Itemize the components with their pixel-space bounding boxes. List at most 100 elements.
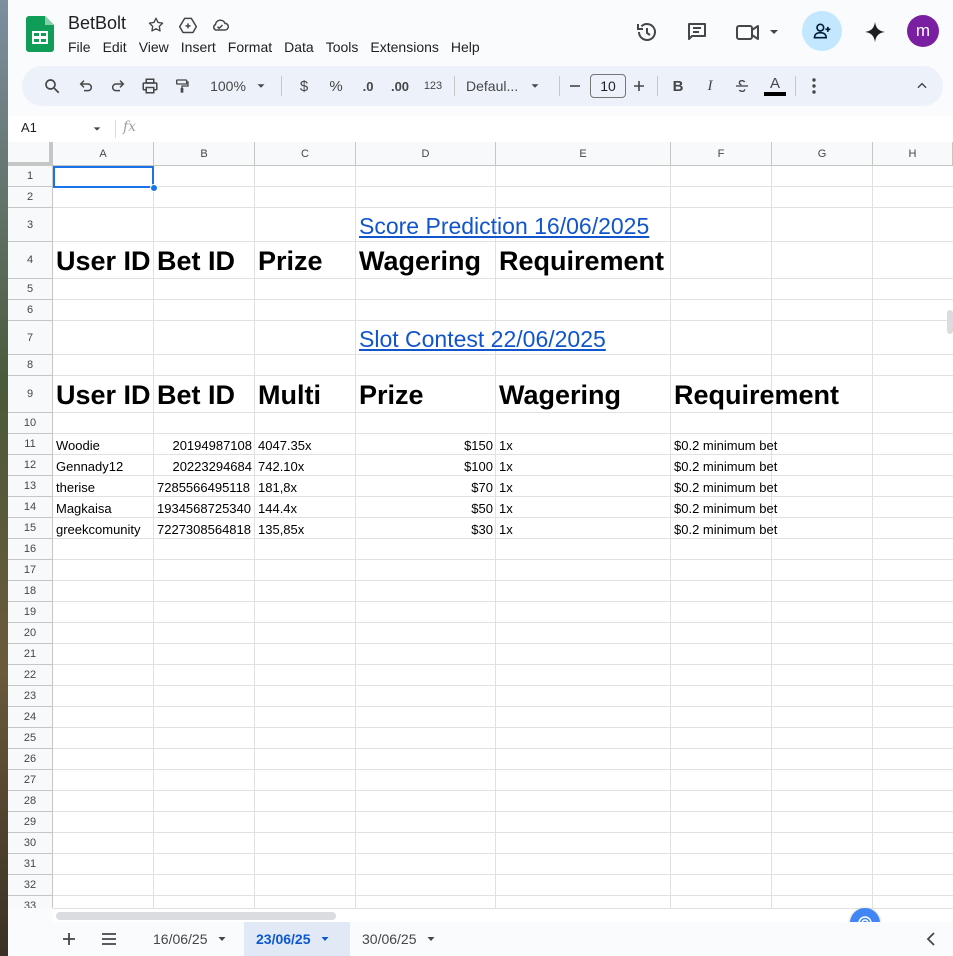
cloud-status-icon[interactable]	[209, 14, 231, 36]
cell[interactable]: 1x	[496, 455, 671, 476]
row-header[interactable]: 14	[8, 497, 53, 518]
cell[interactable]: 4047.35x	[255, 434, 356, 455]
menu-extensions[interactable]: Extensions	[364, 38, 444, 56]
column-header[interactable]: B	[154, 142, 255, 166]
cell[interactable]: $0.2 minimum bet	[671, 434, 873, 455]
row-header[interactable]: 32	[8, 875, 53, 896]
cell[interactable]: Slot Contest 22/06/2025	[356, 321, 671, 355]
menu-file[interactable]: File	[68, 38, 97, 56]
cell[interactable]: 1x	[496, 434, 671, 455]
cell[interactable]: 135,85x	[255, 518, 356, 539]
cell[interactable]: $0.2 minimum bet	[671, 476, 873, 497]
move-to-drive-icon[interactable]	[177, 14, 199, 36]
column-header[interactable]: H	[873, 142, 953, 166]
row-header[interactable]: 26	[8, 749, 53, 770]
cell[interactable]: 144.4x	[255, 497, 356, 518]
row-header[interactable]: 2	[8, 187, 53, 208]
cell[interactable]: $100	[356, 455, 496, 476]
italic-button[interactable]: I	[698, 66, 722, 106]
column-header[interactable]: F	[671, 142, 772, 166]
row-header[interactable]: 6	[8, 300, 53, 321]
select-all-corner[interactable]	[8, 142, 53, 166]
menu-edit[interactable]: Edit	[97, 38, 133, 56]
collapse-menus-icon[interactable]	[910, 66, 934, 106]
font-size-input[interactable]: 10	[590, 74, 626, 98]
cell[interactable]: Magkaisa	[53, 497, 154, 518]
column-header[interactable]: G	[772, 142, 873, 166]
column-header[interactable]: C	[255, 142, 356, 166]
row-header[interactable]: 30	[8, 833, 53, 854]
paint-format-icon[interactable]	[170, 66, 194, 106]
row-header[interactable]: 15	[8, 518, 53, 539]
menu-help[interactable]: Help	[445, 38, 486, 56]
row-header[interactable]: 31	[8, 854, 53, 875]
all-sheets-icon[interactable]	[94, 922, 124, 956]
cell[interactable]: 1x	[496, 476, 671, 497]
spreadsheet-grid[interactable]: A B C D E F G H 1 2 3 4 5 6 7 8 9 10 11 12 13 14 15 16 17 18 19 20 2…	[8, 142, 953, 908]
menu-format[interactable]: Format	[222, 38, 278, 56]
gemini-icon[interactable]	[855, 12, 895, 52]
strikethrough-icon[interactable]	[730, 66, 754, 106]
cell[interactable]: therise	[53, 476, 154, 497]
currency-format-button[interactable]: $	[292, 66, 316, 106]
column-header[interactable]: E	[496, 142, 671, 166]
cell[interactable]: 7227308564818	[154, 518, 255, 539]
row-header[interactable]: 22	[8, 665, 53, 686]
document-title[interactable]: BetBolt	[68, 13, 126, 34]
sheet-tab-30-06-25[interactable]: 30/06/25	[350, 922, 454, 956]
cell[interactable]: User ID	[53, 376, 154, 413]
increase-decimal-button[interactable]: .00	[386, 66, 414, 106]
row-header[interactable]: 33	[8, 896, 53, 908]
row-header[interactable]: 16	[8, 539, 53, 560]
cell[interactable]: Bet ID	[154, 376, 255, 413]
cell[interactable]: 20223294684	[154, 455, 255, 476]
cell[interactable]: Multi	[255, 376, 356, 413]
decrease-font-size-button[interactable]	[564, 66, 586, 106]
print-icon[interactable]	[138, 66, 162, 106]
column-header[interactable]: D	[356, 142, 496, 166]
horizontal-scrollbar[interactable]	[53, 908, 953, 922]
cell[interactable]: $0.2 minimum bet	[671, 518, 873, 539]
row-header[interactable]: 21	[8, 644, 53, 665]
cell[interactable]: $0.2 minimum bet	[671, 497, 873, 518]
side-panel-toggle-icon[interactable]	[916, 922, 946, 956]
horizontal-scroll-thumb[interactable]	[56, 912, 336, 920]
row-header[interactable]: 23	[8, 686, 53, 707]
row-header[interactable]: 3	[8, 208, 53, 242]
cell[interactable]: Requirement	[496, 242, 671, 279]
row-header[interactable]: 28	[8, 791, 53, 812]
more-options-icon[interactable]	[802, 66, 826, 106]
comments-icon[interactable]	[677, 12, 717, 52]
cell[interactable]: greekcomunity	[53, 518, 154, 539]
menu-insert[interactable]: Insert	[175, 38, 222, 56]
row-header[interactable]: 9	[8, 376, 53, 413]
cell[interactable]: Bet ID	[154, 242, 255, 279]
cell[interactable]: 1934568725340	[154, 497, 255, 518]
redo-icon[interactable]	[106, 66, 130, 106]
row-header[interactable]: 27	[8, 770, 53, 791]
fill-handle[interactable]	[150, 184, 158, 192]
cell[interactable]: 742.10x	[255, 455, 356, 476]
cell[interactable]: Prize	[255, 242, 356, 279]
zoom-select[interactable]: 100%	[204, 66, 274, 106]
cell[interactable]: 181,8x	[255, 476, 356, 497]
row-header[interactable]: 4	[8, 242, 53, 279]
row-header[interactable]: 8	[8, 355, 53, 376]
cell[interactable]: $150	[356, 434, 496, 455]
chevron-down-icon[interactable]	[92, 124, 102, 134]
cell[interactable]: 1x	[496, 518, 671, 539]
cell[interactable]: User ID	[53, 242, 154, 279]
cell[interactable]: Wagering	[356, 242, 496, 279]
cell[interactable]: $30	[356, 518, 496, 539]
row-header[interactable]: 29	[8, 812, 53, 833]
cell[interactable]: 7285566495118	[154, 476, 255, 497]
more-formats-button[interactable]: 123	[420, 66, 446, 106]
cell[interactable]: Prize	[356, 376, 496, 413]
share-button[interactable]	[802, 11, 842, 51]
cell[interactable]: Gennady12	[53, 455, 154, 476]
percent-format-button[interactable]: %	[324, 66, 348, 106]
cell[interactable]: $0.2 minimum bet	[671, 455, 873, 476]
menu-tools[interactable]: Tools	[320, 38, 365, 56]
cell[interactable]: Woodie	[53, 434, 154, 455]
vertical-scroll-thumb[interactable]	[947, 310, 953, 334]
